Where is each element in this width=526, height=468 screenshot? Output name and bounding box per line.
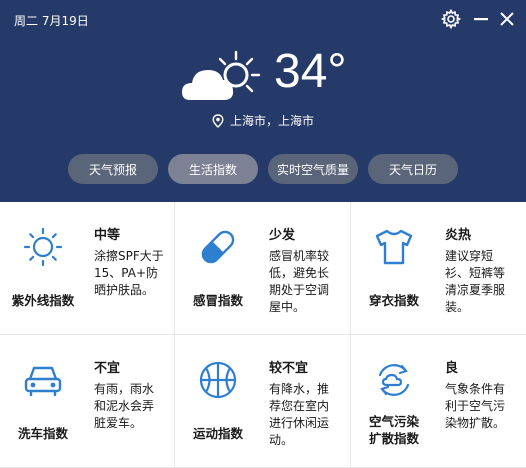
index-name: 感冒指数 <box>192 293 243 308</box>
weather-widget: 周二 7月19日 34° 上海市，上海市 天气预报 生活指数 实时空气质量 天气… <box>0 0 526 468</box>
index-card-dressing[interactable]: 穿衣指数 炎热 建议穿短衫、短裤等清凉夏季服装。 <box>351 202 526 335</box>
tab-calendar[interactable]: 天气日历 <box>368 154 458 184</box>
index-name: 空气污染扩散指数 <box>351 413 437 447</box>
air-cycle-icon <box>378 364 410 396</box>
index-card-sport[interactable]: 运动指数 较不宜 有降水，推荐您在室内进行休闲运动。 <box>175 335 351 468</box>
location-row: 上海市，上海市 <box>0 112 526 129</box>
index-card-uv[interactable]: 紫外线指数 中等 涂擦SPF大于15、PA+防晒护肤品。 <box>0 202 175 335</box>
index-card-air-pollution[interactable]: 空气污染扩散指数 良 气象条件有利于空气污染物扩散。 <box>351 335 526 468</box>
index-name: 运动指数 <box>192 426 243 441</box>
index-desc: 有降水，推荐您在室内进行休闲运动。 <box>269 382 330 447</box>
location-label: 上海市，上海市 <box>229 114 314 128</box>
tshirt-icon <box>375 229 413 265</box>
minimize-icon[interactable] <box>470 8 492 30</box>
index-name: 洗车指数 <box>17 426 68 441</box>
index-card-cold[interactable]: 感冒指数 少发 感冒机率较低，避免长期处于空调屋中。 <box>175 202 351 335</box>
index-card-car-wash[interactable]: 洗车指数 不宜 有雨，雨水和泥水会弄脏爱车。 <box>0 335 175 468</box>
header: 周二 7月19日 34° 上海市，上海市 天气预报 生活指数 实时空气质量 天气… <box>0 0 526 202</box>
index-desc: 有雨，雨水和泥水会弄脏爱车。 <box>94 382 155 430</box>
index-desc: 感冒机率较低，避免长期处于空调屋中。 <box>269 249 330 314</box>
index-level: 炎热 <box>445 228 472 243</box>
location-pin-icon <box>212 113 224 128</box>
temperature-value: 34° <box>274 45 347 98</box>
index-name-text: 空气污染扩散指数 <box>368 414 419 446</box>
close-icon[interactable] <box>496 8 518 30</box>
life-index-grid: 紫外线指数 中等 涂擦SPF大于15、PA+防晒护肤品。 感冒指数 少发 感冒机… <box>0 202 526 468</box>
index-name: 紫外线指数 <box>11 293 75 308</box>
index-level: 较不宜 <box>269 361 309 376</box>
tab-bar: 天气预报 生活指数 实时空气质量 天气日历 <box>0 154 526 184</box>
index-level: 少发 <box>269 228 296 243</box>
ball-icon <box>199 361 237 399</box>
partly-cloudy-icon <box>180 50 262 110</box>
index-desc: 建议穿短衫、短裤等清凉夏季服装。 <box>445 249 506 314</box>
date-label: 周二 7月19日 <box>14 14 89 28</box>
settings-gear-icon[interactable] <box>440 8 462 30</box>
index-name: 穿衣指数 <box>368 293 419 308</box>
pill-icon <box>201 230 235 264</box>
sun-icon <box>23 227 63 267</box>
tab-life-index[interactable]: 生活指数 <box>168 154 258 184</box>
index-level: 良 <box>445 361 459 376</box>
tab-forecast[interactable]: 天气预报 <box>68 154 158 184</box>
index-desc: 涂擦SPF大于15、PA+防晒护肤品。 <box>94 249 164 297</box>
car-icon <box>24 366 62 396</box>
index-level: 不宜 <box>94 361 121 376</box>
index-level: 中等 <box>94 228 121 243</box>
tab-air-quality[interactable]: 实时空气质量 <box>268 154 358 184</box>
index-desc: 气象条件有利于空气污染物扩散。 <box>445 382 506 430</box>
